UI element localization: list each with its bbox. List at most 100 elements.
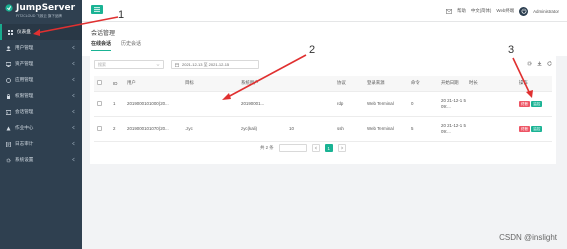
sidebar-item-dashboard[interactable]: 仪表盘 (0, 24, 82, 40)
column-header-commands[interactable]: 命令 (408, 76, 438, 92)
sidebar-item-label: 日志审计 (15, 141, 34, 146)
sidebar-item-session[interactable]: 会话管理 (0, 104, 82, 120)
chevron-left-icon (71, 77, 75, 82)
sidebar-item-jobs[interactable]: 作业中心 (0, 120, 82, 136)
users-icon (5, 45, 11, 51)
chevron-left-icon (314, 146, 317, 150)
session-card: 搜索 2021-12-13 至 2021-12-15 ID 用户 目标 系统用户 (90, 56, 556, 164)
calendar-icon (175, 62, 179, 67)
language-menu[interactable]: 中文(简体) (471, 8, 492, 14)
chevron-left-icon (71, 141, 75, 146)
row-checkbox[interactable] (97, 125, 102, 131)
monitor-button[interactable]: 监控 (531, 125, 543, 132)
brand: JumpServer FIT2CLOUD 飞致云 旗下品牌 (0, 0, 82, 22)
cell-duration (466, 116, 494, 142)
settings-icon (5, 157, 11, 163)
cell-id: 2 (110, 116, 124, 142)
menu-toggle-button[interactable] (91, 5, 103, 14)
sidebar-item-label: 作业中心 (15, 125, 34, 130)
cell-commands: 5 (408, 116, 438, 142)
tab-history-sessions[interactable]: 历史会话 (121, 40, 141, 51)
sidebar-item-assets[interactable]: 资产管理 (0, 56, 82, 72)
column-header-duration[interactable]: 时长 (466, 76, 494, 92)
brand-subtitle: FIT2CLOUD 飞致云 旗下品牌 (16, 14, 62, 18)
table-toolbar: 搜索 2021-12-13 至 2021-12-15 (94, 58, 552, 72)
help-menu[interactable]: 帮助 (457, 8, 466, 14)
assets-icon (5, 61, 11, 67)
date-range-picker[interactable]: 2021-12-13 至 2021-12-15 (171, 60, 259, 69)
tab-online-sessions[interactable]: 在线会话 (91, 40, 112, 51)
cell-protocol: rdp (334, 91, 364, 117)
sidebar-item-permission[interactable]: 权限管理 (0, 88, 82, 104)
table-row: 1 2019000101000(20... 20190001... rdp We… (94, 91, 552, 117)
column-header-extra (286, 76, 334, 92)
table-header-row: ID 用户 目标 系统用户 协议 登录来源 命令 开始日期 时长 操作 (94, 76, 552, 92)
chevron-left-icon (71, 157, 75, 162)
cell-system-user: 20190001... (238, 91, 286, 117)
cell-start: 20 21-12-1 5 09:... (438, 91, 466, 117)
settings-icon[interactable] (527, 61, 532, 66)
row-checkbox-cell[interactable] (94, 91, 110, 117)
cell-extra: 10 (286, 116, 334, 142)
web-terminal-link[interactable]: Web终端 (496, 8, 514, 14)
sidebar-item-settings[interactable]: 系统设置 (0, 152, 82, 168)
chevron-left-icon (71, 125, 75, 130)
cell-actions: 终断 监控 (516, 116, 552, 142)
select-all-checkbox-cell[interactable] (94, 76, 110, 92)
chevron-left-icon (71, 93, 75, 98)
mail-icon[interactable] (446, 8, 453, 14)
sidebar-item-users[interactable]: 用户管理 (0, 40, 82, 56)
sidebar-item-apps[interactable]: 应用管理 (0, 72, 82, 88)
row-checkbox-cell[interactable] (94, 116, 110, 142)
cell-start: 20 21-12-1 5 09:... (438, 116, 466, 142)
column-header-actions: 操作 (516, 76, 552, 92)
jumpserver-logo-icon (5, 4, 13, 12)
pagination: 共 2 条 1 (260, 144, 346, 152)
search-select[interactable]: 搜索 (94, 60, 164, 69)
page-title: 会话管理 (91, 31, 116, 37)
refresh-icon[interactable] (547, 61, 552, 66)
column-header-protocol[interactable]: 协议 (334, 76, 364, 92)
next-page-button[interactable] (337, 144, 346, 152)
apps-icon (5, 77, 11, 83)
session-tabs: 在线会话 历史会话 (91, 40, 141, 51)
user-menu[interactable]: Administrator (533, 9, 559, 14)
chevron-left-icon (71, 45, 75, 50)
column-header-id[interactable]: ID (110, 76, 124, 92)
watermark: CSDN @inslight (499, 233, 557, 242)
topbar-right: 帮助 中文(简体) Web终端 Administrator (446, 0, 559, 22)
date-range-value: 2021-12-13 至 2021-12-15 (182, 61, 230, 67)
sidebar-item-audit[interactable]: 日志审计 (0, 136, 82, 152)
cell-protocol: ssh (334, 116, 364, 142)
column-header-user[interactable]: 用户 (124, 76, 182, 92)
chevron-down-icon (156, 63, 160, 66)
cell-target (182, 91, 238, 117)
monitor-button[interactable]: 监控 (531, 100, 543, 107)
prev-page-button[interactable] (311, 144, 320, 152)
cell-system-user: zyc(kali) (238, 116, 286, 142)
avatar[interactable] (519, 6, 529, 16)
column-header-system-user[interactable]: 系统用户 (238, 76, 286, 92)
cell-spacer (494, 91, 516, 117)
sidebar-item-label: 用户管理 (15, 45, 34, 50)
column-header-source[interactable]: 登录来源 (364, 76, 408, 92)
cell-actions: 终断 监控 (516, 91, 552, 117)
export-icon[interactable] (537, 61, 542, 66)
terminate-button[interactable]: 终断 (519, 100, 531, 107)
select-all-checkbox[interactable] (97, 80, 102, 86)
cell-user: 2019000101070(20... (124, 116, 182, 142)
row-checkbox[interactable] (97, 100, 102, 106)
sidebar-item-label: 仪表盘 (17, 29, 31, 34)
terminate-button[interactable]: 终断 (519, 125, 531, 132)
permission-icon (5, 93, 11, 99)
column-header-target[interactable]: 目标 (182, 76, 238, 92)
annotation-number-1: 1 (118, 9, 125, 21)
sidebar-nav: 仪表盘 用户管理 资产管理 应用管理 权限管理 会话管理 作业中心 日志审计 系… (0, 24, 82, 168)
page-number-button[interactable]: 1 (324, 144, 333, 152)
cell-target: .zyc (182, 116, 238, 142)
sidebar-item-label: 会话管理 (15, 109, 34, 114)
session-icon (5, 109, 11, 115)
topbar: 帮助 中文(简体) Web终端 Administrator (82, 0, 567, 22)
column-header-start[interactable]: 开始日期 (438, 76, 466, 92)
page-size-select[interactable] (278, 144, 307, 152)
